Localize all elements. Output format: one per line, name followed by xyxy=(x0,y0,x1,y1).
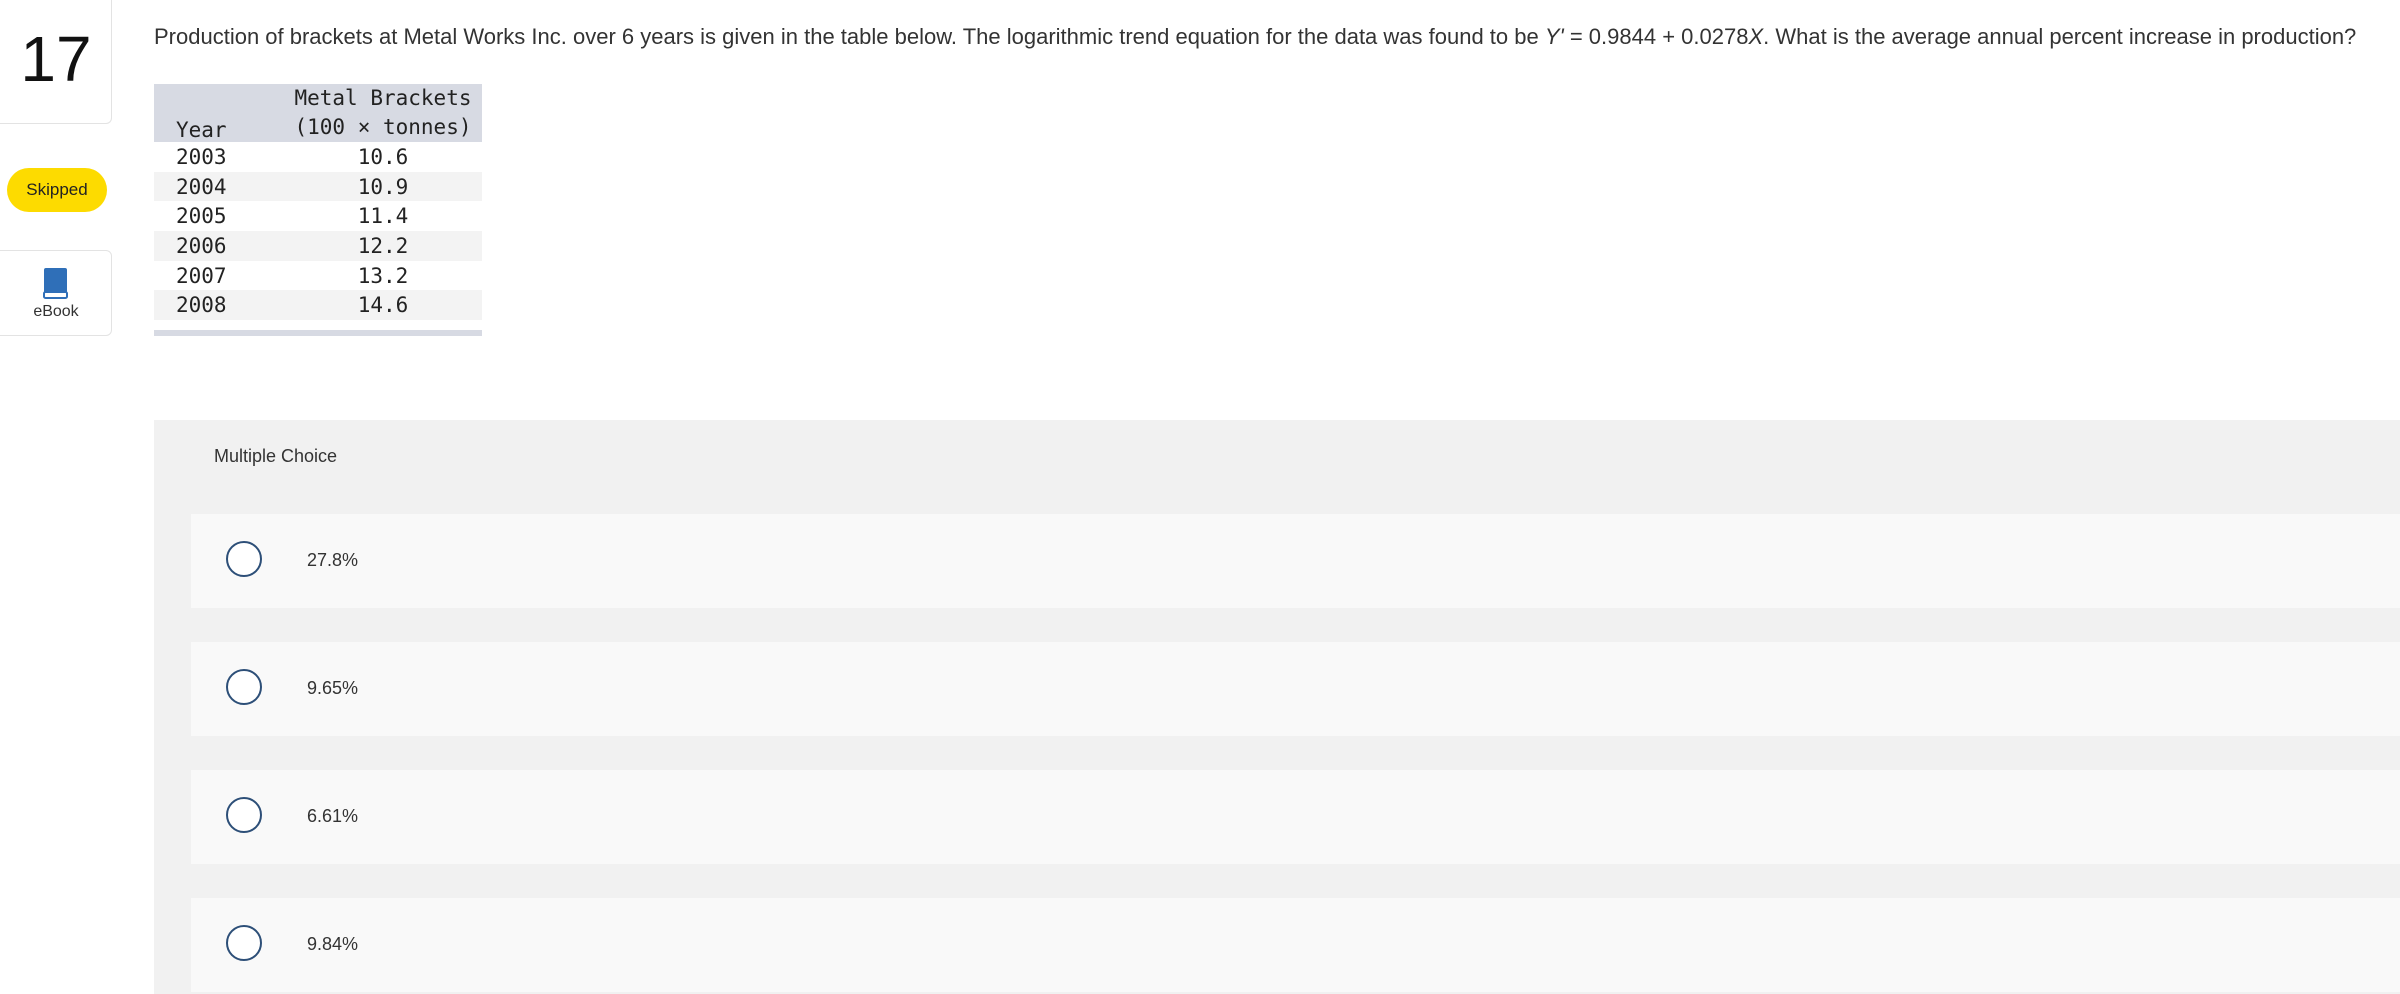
option-label: 9.84% xyxy=(307,934,359,954)
answer-option-3[interactable]: 6.61% xyxy=(191,770,2400,864)
cell-year: 2003 xyxy=(176,144,227,169)
cell-value: 10.9 xyxy=(284,171,482,202)
table-row: 2003 10.6 xyxy=(154,142,482,172)
radio-button[interactable] xyxy=(226,925,262,961)
table-row: 2004 10.9 xyxy=(154,171,482,202)
header-year: Year xyxy=(154,84,284,142)
table-header-row: Year Metal Brackets (100 × tonnes) xyxy=(154,84,482,142)
question-text: Production of brackets at Metal Works In… xyxy=(154,24,2356,50)
cell-year: 2004 xyxy=(154,171,284,202)
answer-option-1[interactable]: 27.8% xyxy=(191,514,2400,608)
answer-option-2[interactable]: 9.65% xyxy=(191,642,2400,736)
cell-value: 14.6 xyxy=(284,290,482,321)
production-table: Year Metal Brackets (100 × tonnes) 2003 10… xyxy=(154,84,482,321)
header-metal-brackets-line1: Metal Brackets xyxy=(294,86,472,110)
table-row: 2007 13.2 xyxy=(154,261,482,291)
question-text-pre: Production of brackets at Metal Works In… xyxy=(154,24,1545,49)
equation-mid: = 0.9844 + 0.0278 xyxy=(1563,24,1749,49)
multiple-choice-options: 27.8% 9.65% 6.61% 9.84% xyxy=(154,492,2400,994)
radio-button[interactable] xyxy=(226,797,262,833)
question-number: 17 xyxy=(20,23,92,95)
option-label: 27.8% xyxy=(307,550,359,570)
multiple-choice-label: Multiple Choice xyxy=(214,446,338,466)
cell-year: 2008 xyxy=(154,290,284,321)
table-bottom-border xyxy=(154,330,482,336)
status-badge: Skipped xyxy=(7,168,107,212)
ebook-label: eBook xyxy=(33,303,79,320)
header-metal-brackets-line2: (100 × tonnes) xyxy=(294,115,472,139)
radio-button[interactable] xyxy=(226,669,262,705)
cell-year: 2005 xyxy=(176,204,227,229)
equation-x: X xyxy=(1748,24,1764,49)
table-row: 2008 14.6 xyxy=(154,290,482,321)
table-row: 2005 11.4 xyxy=(154,201,482,231)
cell-year: 2006 xyxy=(154,231,284,261)
question-number-card: 17 xyxy=(0,0,112,124)
ebook-button[interactable]: eBook xyxy=(0,250,112,336)
book-icon xyxy=(43,268,68,299)
header-metal-brackets: Metal Brackets (100 × tonnes) xyxy=(284,84,482,142)
option-label: 6.61% xyxy=(307,806,359,826)
cell-value: 10.6 xyxy=(357,144,409,169)
equation-y: Y' xyxy=(1544,24,1564,49)
cell-value: 11.4 xyxy=(357,204,409,229)
option-label: 9.65% xyxy=(307,678,359,698)
radio-button[interactable] xyxy=(226,541,262,577)
cell-value: 12.2 xyxy=(284,231,482,261)
cell-value: 13.2 xyxy=(357,263,409,288)
question-text-post: . What is the average annual percent inc… xyxy=(1763,24,2357,49)
table-row: 2006 12.2 xyxy=(154,231,482,261)
multiple-choice-header: Multiple Choice xyxy=(154,420,2400,492)
cell-year: 2007 xyxy=(176,263,227,288)
answer-option-4[interactable]: 9.84% xyxy=(191,898,2400,992)
